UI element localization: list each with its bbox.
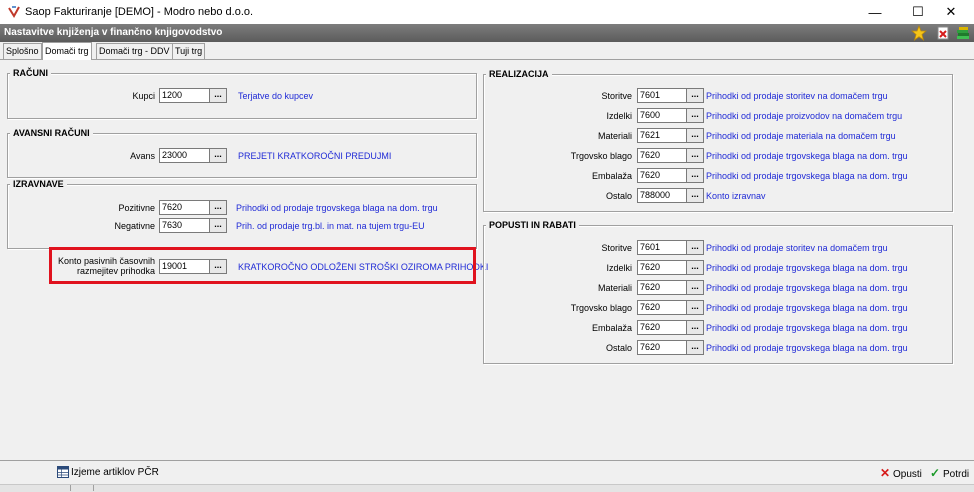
form-title: Nastavitve knjiženja v finančno knjigovo…	[4, 27, 223, 38]
realizacija-row-label: Ostalo	[605, 191, 632, 201]
realizacija-lookup-button[interactable]: ...	[687, 148, 704, 163]
negativne-lookup-button[interactable]: ...	[210, 218, 227, 233]
popusti-konto-input[interactable]: 7620	[637, 300, 687, 315]
realizacija-konto-desc: Prihodki od prodaje materiala na domačem…	[706, 131, 896, 141]
avans-konto-input[interactable]: 23000	[159, 148, 210, 163]
popusti-konto-input[interactable]: 7601	[637, 240, 687, 255]
realizacija-row-label: Trgovsko blago	[570, 151, 632, 161]
minimize-button[interactable]: —	[852, 0, 898, 24]
popusti-konto-input[interactable]: 7620	[637, 320, 687, 335]
tab-splosno[interactable]: Splošno	[3, 43, 42, 59]
realizacija-konto-desc: Konto izravnav	[706, 191, 766, 201]
popusti-konto-input[interactable]: 7620	[637, 280, 687, 295]
opusti-button[interactable]: Opusti	[893, 469, 922, 480]
bottom-divider	[0, 460, 974, 461]
kupci-lookup-button[interactable]: ...	[210, 88, 227, 103]
popusti-konto-desc: Prihodki od prodaje trgovskega blaga na …	[706, 323, 908, 333]
tab-tuji-trg[interactable]: Tuji trg	[172, 43, 206, 59]
racuni-legend: RAČUNI	[10, 68, 51, 78]
avans-lookup-button[interactable]: ...	[210, 148, 227, 163]
status-separator	[70, 485, 71, 491]
realizacija-row-label: Embalaža	[591, 171, 632, 181]
negativne-label: Negativne	[114, 221, 155, 231]
tab-baseline	[0, 59, 974, 60]
popusti-row-label: Embalaža	[591, 323, 632, 333]
books-icon[interactable]	[955, 25, 971, 41]
popusti-lookup-button[interactable]: ...	[687, 300, 704, 315]
tab-domaci-trg-ddv[interactable]: Domači trg - DDV	[96, 43, 173, 59]
star-icon[interactable]	[911, 25, 927, 41]
popusti-konto-desc: Prihodki od prodaje trgovskega blaga na …	[706, 343, 908, 353]
popusti-row-label: Ostalo	[605, 343, 632, 353]
realizacija-konto-input[interactable]: 788000	[637, 188, 687, 203]
popusti-row-label: Materiali	[597, 283, 632, 293]
tab-domaci-trg[interactable]: Domači trg	[42, 42, 92, 60]
realizacija-konto-input[interactable]: 7600	[637, 108, 687, 123]
status-separator	[93, 485, 94, 491]
realizacija-lookup-button[interactable]: ...	[687, 188, 704, 203]
popusti-legend: POPUSTI IN RABATI	[486, 220, 579, 230]
pozitivne-konto-input[interactable]: 7620	[159, 200, 210, 215]
popusti-lookup-button[interactable]: ...	[687, 280, 704, 295]
app-icon	[8, 6, 20, 18]
realizacija-row-label: Materiali	[597, 131, 632, 141]
popusti-konto-desc: Prihodki od prodaje trgovskega blaga na …	[706, 303, 908, 313]
window-title: Saop Fakturiranje [DEMO] - Modro nebo d.…	[25, 6, 254, 18]
potrdi-button[interactable]: Potrdi	[943, 469, 969, 480]
negativne-konto-input[interactable]: 7630	[159, 218, 210, 233]
realizacija-konto-input[interactable]: 7620	[637, 148, 687, 163]
izravnave-group	[7, 184, 477, 249]
realizacija-konto-desc: Prihodki od prodaje trgovskega blaga na …	[706, 171, 908, 181]
realizacija-konto-desc: Prihodki od prodaje trgovskega blaga na …	[706, 151, 908, 161]
izravnave-legend: IZRAVNAVE	[10, 179, 67, 189]
kupci-konto-desc: Terjatve do kupcev	[238, 91, 314, 101]
izjeme-artiklov-button[interactable]: Izjeme artiklov PČR	[71, 467, 159, 478]
popusti-lookup-button[interactable]: ...	[687, 320, 704, 335]
realizacija-konto-input[interactable]: 7620	[637, 168, 687, 183]
popusti-konto-input[interactable]: 7620	[637, 260, 687, 275]
popusti-row-label: Izdelki	[606, 263, 632, 273]
realizacija-lookup-button[interactable]: ...	[687, 128, 704, 143]
realizacija-legend: REALIZACIJA	[486, 69, 552, 79]
popusti-row-label: Trgovsko blago	[570, 303, 632, 313]
popusti-konto-desc: Prihodki od prodaje trgovskega blaga na …	[706, 263, 908, 273]
kupci-label: Kupci	[132, 91, 155, 101]
close-button[interactable]: ✕	[928, 0, 974, 24]
realizacija-konto-input[interactable]: 7621	[637, 128, 687, 143]
confirm-icon: ✓	[930, 466, 941, 480]
delete-document-icon[interactable]	[935, 25, 951, 41]
realizacija-row-label: Storitve	[601, 91, 632, 101]
popusti-konto-desc: Prihodki od prodaje trgovskega blaga na …	[706, 283, 908, 293]
popusti-lookup-button[interactable]: ...	[687, 240, 704, 255]
realizacija-lookup-button[interactable]: ...	[687, 108, 704, 123]
avans-konto-desc: PREJETI KRATKOROČNI PREDUJMI	[238, 151, 392, 161]
popusti-lookup-button[interactable]: ...	[687, 340, 704, 355]
table-icon	[57, 466, 69, 478]
popusti-konto-input[interactable]: 7620	[637, 340, 687, 355]
realizacija-row-label: Izdelki	[606, 111, 632, 121]
realizacija-lookup-button[interactable]: ...	[687, 88, 704, 103]
popusti-row-label: Storitve	[601, 243, 632, 253]
negativne-konto-desc: Prih. od prodaje trg.bl. in mat. na tuje…	[236, 221, 425, 231]
highlight-box	[49, 247, 476, 284]
realizacija-konto-desc: Prihodki od prodaje storitev na domačem …	[706, 91, 888, 101]
pozitivne-lookup-button[interactable]: ...	[210, 200, 227, 215]
realizacija-konto-desc: Prihodki od prodaje proizvodov na domače…	[706, 111, 903, 121]
avansni-legend: AVANSNI RAČUNI	[10, 128, 93, 138]
popusti-lookup-button[interactable]: ...	[687, 260, 704, 275]
realizacija-lookup-button[interactable]: ...	[687, 168, 704, 183]
cancel-icon: ✕	[880, 466, 891, 480]
kupci-konto-input[interactable]: 1200	[159, 88, 210, 103]
popusti-konto-desc: Prihodki od prodaje storitev na domačem …	[706, 243, 888, 253]
realizacija-konto-input[interactable]: 7601	[637, 88, 687, 103]
pozitivne-label: Pozitivne	[118, 203, 155, 213]
avans-label: Avans	[130, 151, 155, 161]
pozitivne-konto-desc: Prihodki od prodaje trgovskega blaga na …	[236, 203, 438, 213]
